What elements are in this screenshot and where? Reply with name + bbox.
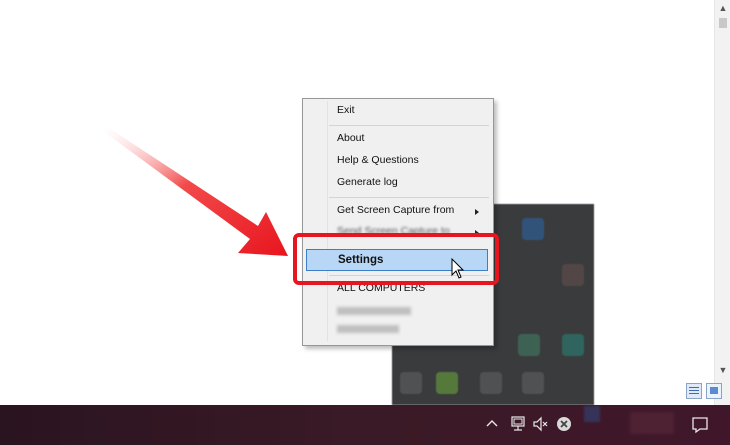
mouse-cursor-icon <box>451 258 465 279</box>
tray-app-icon[interactable] <box>522 372 544 394</box>
vertical-scrollbar[interactable]: ▲ ▼ <box>714 0 730 405</box>
submenu-arrow-icon <box>475 209 479 215</box>
close-circle-icon[interactable] <box>556 416 572 432</box>
blurred-computer-entry[interactable] <box>337 307 411 315</box>
taskbar <box>0 405 730 445</box>
blurred-computer-entry[interactable] <box>337 325 399 333</box>
annotation-highlight-box <box>293 233 499 285</box>
preview-view-icon[interactable] <box>706 383 722 399</box>
taskbar-app-icon[interactable] <box>584 406 600 422</box>
scroll-thumb[interactable] <box>719 18 727 28</box>
network-icon[interactable] <box>509 415 527 433</box>
tray-app-icon[interactable] <box>562 264 584 286</box>
taskbar-blurred-item <box>630 412 674 434</box>
menu-item-help[interactable]: Help & Questions <box>337 150 419 170</box>
view-toggle-group <box>686 382 726 402</box>
notification-icon[interactable] <box>690 415 710 435</box>
menu-icon-gutter <box>327 101 328 341</box>
scroll-up-arrow-icon[interactable]: ▲ <box>715 0 730 16</box>
tray-app-icon[interactable] <box>400 372 422 394</box>
tray-app-icon[interactable] <box>522 218 544 240</box>
menu-item-exit[interactable]: Exit <box>337 100 355 120</box>
menu-item-get-screen-capture[interactable]: Get Screen Capture from <box>337 200 454 220</box>
volume-muted-icon[interactable] <box>532 415 550 433</box>
tray-context-menu: Exit About Help & Questions Generate log… <box>302 98 494 346</box>
chevron-up-icon[interactable] <box>486 417 498 433</box>
tray-app-icon[interactable] <box>480 372 502 394</box>
menu-separator <box>329 197 489 198</box>
tray-app-icon[interactable] <box>518 334 540 356</box>
menu-separator <box>329 125 489 126</box>
menu-item-about[interactable]: About <box>337 128 364 148</box>
tray-app-icon[interactable] <box>562 334 584 356</box>
details-view-icon[interactable] <box>686 383 702 399</box>
scroll-down-arrow-icon[interactable]: ▼ <box>715 362 730 378</box>
tray-app-icon[interactable] <box>436 372 458 394</box>
menu-item-generate-log[interactable]: Generate log <box>337 172 398 192</box>
